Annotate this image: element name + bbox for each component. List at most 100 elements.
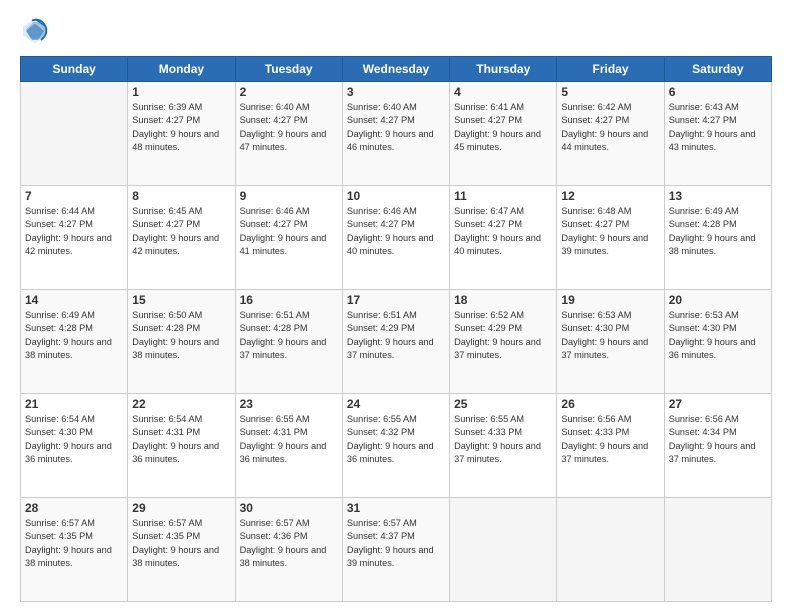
calendar-cell [21, 82, 128, 186]
calendar-cell: 22 Sunrise: 6:54 AMSunset: 4:31 PMDayligh… [128, 394, 235, 498]
calendar-cell: 21 Sunrise: 6:54 AMSunset: 4:30 PMDayligh… [21, 394, 128, 498]
header-thursday: Thursday [450, 57, 557, 82]
day-number: 7 [25, 189, 123, 203]
day-info: Sunrise: 6:48 AMSunset: 4:27 PMDaylight:… [561, 205, 659, 258]
day-number: 17 [347, 293, 445, 307]
calendar-cell: 13Sunrise: 6:49 AMSunset: 4:28 PMDayligh… [664, 186, 771, 290]
day-number: 19 [561, 293, 659, 307]
day-info: Sunrise: 6:56 AMSunset: 4:33 PMDaylight:… [561, 413, 659, 466]
day-number: 2 [240, 85, 338, 99]
calendar-cell: 7 Sunrise: 6:44 AMSunset: 4:27 PMDaylight… [21, 186, 128, 290]
day-number: 30 [240, 501, 338, 515]
day-number: 21 [25, 397, 123, 411]
day-number: 24 [347, 397, 445, 411]
day-info: Sunrise: 6:44 AMSunset: 4:27 PMDaylight:… [25, 205, 123, 258]
calendar-cell: 12 Sunrise: 6:48 AMSunset: 4:27 PMDayligh… [557, 186, 664, 290]
day-info: Sunrise: 6:41 AMSunset: 4:27 PMDaylight:… [454, 101, 552, 154]
calendar-cell: 4 Sunrise: 6:41 AMSunset: 4:27 PMDaylight… [450, 82, 557, 186]
calendar-table: Sunday Monday Tuesday Wednesday Thursday… [20, 56, 772, 602]
day-info: Sunrise: 6:40 AMSunset: 4:27 PMDaylight:… [347, 101, 445, 154]
header-tuesday: Tuesday [235, 57, 342, 82]
day-info: Sunrise: 6:55 AMSunset: 4:31 PMDaylight:… [240, 413, 338, 466]
calendar-cell [664, 498, 771, 602]
calendar-header-row: Sunday Monday Tuesday Wednesday Thursday… [21, 57, 772, 82]
day-info: Sunrise: 6:52 AMSunset: 4:29 PMDaylight:… [454, 309, 552, 362]
calendar-cell: 14 Sunrise: 6:49 AMSunset: 4:28 PMDayligh… [21, 290, 128, 394]
day-info: Sunrise: 6:57 AMSunset: 4:35 PMDaylight:… [132, 517, 230, 570]
calendar-week-row: 7 Sunrise: 6:44 AMSunset: 4:27 PMDaylight… [21, 186, 772, 290]
day-number: 12 [561, 189, 659, 203]
day-number: 9 [240, 189, 338, 203]
logo-icon [20, 16, 50, 46]
calendar-cell: 17 Sunrise: 6:51 AMSunset: 4:29 PMDayligh… [342, 290, 449, 394]
header-sunday: Sunday [21, 57, 128, 82]
calendar-cell: 18 Sunrise: 6:52 AMSunset: 4:29 PMDayligh… [450, 290, 557, 394]
page: Sunday Monday Tuesday Wednesday Thursday… [0, 0, 792, 612]
header-friday: Friday [557, 57, 664, 82]
day-info: Sunrise: 6:57 AMSunset: 4:37 PMDaylight:… [347, 517, 445, 570]
calendar-cell: 9 Sunrise: 6:46 AMSunset: 4:27 PMDaylight… [235, 186, 342, 290]
day-number: 26 [561, 397, 659, 411]
header [20, 16, 772, 46]
day-info: Sunrise: 6:46 AMSunset: 4:27 PMDaylight:… [347, 205, 445, 258]
day-info: Sunrise: 6:57 AMSunset: 4:36 PMDaylight:… [240, 517, 338, 570]
calendar-week-row: 14 Sunrise: 6:49 AMSunset: 4:28 PMDayligh… [21, 290, 772, 394]
calendar-cell: 19Sunrise: 6:53 AMSunset: 4:30 PMDayligh… [557, 290, 664, 394]
day-number: 10 [347, 189, 445, 203]
calendar-cell: 11Sunrise: 6:47 AMSunset: 4:27 PMDayligh… [450, 186, 557, 290]
calendar-cell: 28 Sunrise: 6:57 AMSunset: 4:35 PMDayligh… [21, 498, 128, 602]
day-info: Sunrise: 6:55 AMSunset: 4:33 PMDaylight:… [454, 413, 552, 466]
calendar-cell: 6 Sunrise: 6:43 AMSunset: 4:27 PMDaylight… [664, 82, 771, 186]
day-info: Sunrise: 6:49 AMSunset: 4:28 PMDaylight:… [669, 205, 767, 258]
day-number: 29 [132, 501, 230, 515]
day-number: 20 [669, 293, 767, 307]
day-number: 14 [25, 293, 123, 307]
calendar-week-row: 1 Sunrise: 6:39 AMSunset: 4:27 PMDaylight… [21, 82, 772, 186]
calendar-cell: 1 Sunrise: 6:39 AMSunset: 4:27 PMDaylight… [128, 82, 235, 186]
day-info: Sunrise: 6:55 AMSunset: 4:32 PMDaylight:… [347, 413, 445, 466]
day-info: Sunrise: 6:42 AMSunset: 4:27 PMDaylight:… [561, 101, 659, 154]
calendar-cell: 24 Sunrise: 6:55 AMSunset: 4:32 PMDayligh… [342, 394, 449, 498]
calendar-cell: 29 Sunrise: 6:57 AMSunset: 4:35 PMDayligh… [128, 498, 235, 602]
header-monday: Monday [128, 57, 235, 82]
day-info: Sunrise: 6:53 AMSunset: 4:30 PMDaylight:… [669, 309, 767, 362]
calendar-cell: 3Sunrise: 6:40 AMSunset: 4:27 PMDaylight… [342, 82, 449, 186]
day-info: Sunrise: 6:43 AMSunset: 4:27 PMDaylight:… [669, 101, 767, 154]
calendar-cell [557, 498, 664, 602]
calendar-cell: 15Sunrise: 6:50 AMSunset: 4:28 PMDayligh… [128, 290, 235, 394]
day-number: 8 [132, 189, 230, 203]
calendar-cell: 2Sunrise: 6:40 AMSunset: 4:27 PMDaylight… [235, 82, 342, 186]
day-info: Sunrise: 6:54 AMSunset: 4:31 PMDaylight:… [132, 413, 230, 466]
calendar-week-row: 21 Sunrise: 6:54 AMSunset: 4:30 PMDayligh… [21, 394, 772, 498]
day-number: 4 [454, 85, 552, 99]
day-info: Sunrise: 6:50 AMSunset: 4:28 PMDaylight:… [132, 309, 230, 362]
calendar-cell: 27Sunrise: 6:56 AMSunset: 4:34 PMDayligh… [664, 394, 771, 498]
day-number: 5 [561, 85, 659, 99]
day-number: 28 [25, 501, 123, 515]
logo [20, 16, 54, 46]
calendar-week-row: 28 Sunrise: 6:57 AMSunset: 4:35 PMDayligh… [21, 498, 772, 602]
day-number: 16 [240, 293, 338, 307]
day-info: Sunrise: 6:57 AMSunset: 4:35 PMDaylight:… [25, 517, 123, 570]
calendar-cell: 10 Sunrise: 6:46 AMSunset: 4:27 PMDayligh… [342, 186, 449, 290]
day-number: 27 [669, 397, 767, 411]
day-info: Sunrise: 6:45 AMSunset: 4:27 PMDaylight:… [132, 205, 230, 258]
day-number: 22 [132, 397, 230, 411]
header-wednesday: Wednesday [342, 57, 449, 82]
day-number: 1 [132, 85, 230, 99]
day-number: 25 [454, 397, 552, 411]
day-info: Sunrise: 6:46 AMSunset: 4:27 PMDaylight:… [240, 205, 338, 258]
day-number: 6 [669, 85, 767, 99]
calendar-cell: 8 Sunrise: 6:45 AMSunset: 4:27 PMDaylight… [128, 186, 235, 290]
calendar-cell: 31Sunrise: 6:57 AMSunset: 4:37 PMDayligh… [342, 498, 449, 602]
day-info: Sunrise: 6:39 AMSunset: 4:27 PMDaylight:… [132, 101, 230, 154]
calendar-cell: 26 Sunrise: 6:56 AMSunset: 4:33 PMDayligh… [557, 394, 664, 498]
header-saturday: Saturday [664, 57, 771, 82]
day-info: Sunrise: 6:49 AMSunset: 4:28 PMDaylight:… [25, 309, 123, 362]
calendar-cell: 5 Sunrise: 6:42 AMSunset: 4:27 PMDaylight… [557, 82, 664, 186]
day-info: Sunrise: 6:54 AMSunset: 4:30 PMDaylight:… [25, 413, 123, 466]
day-number: 18 [454, 293, 552, 307]
calendar-cell: 20 Sunrise: 6:53 AMSunset: 4:30 PMDayligh… [664, 290, 771, 394]
day-info: Sunrise: 6:51 AMSunset: 4:29 PMDaylight:… [347, 309, 445, 362]
calendar-cell: 25 Sunrise: 6:55 AMSunset: 4:33 PMDayligh… [450, 394, 557, 498]
